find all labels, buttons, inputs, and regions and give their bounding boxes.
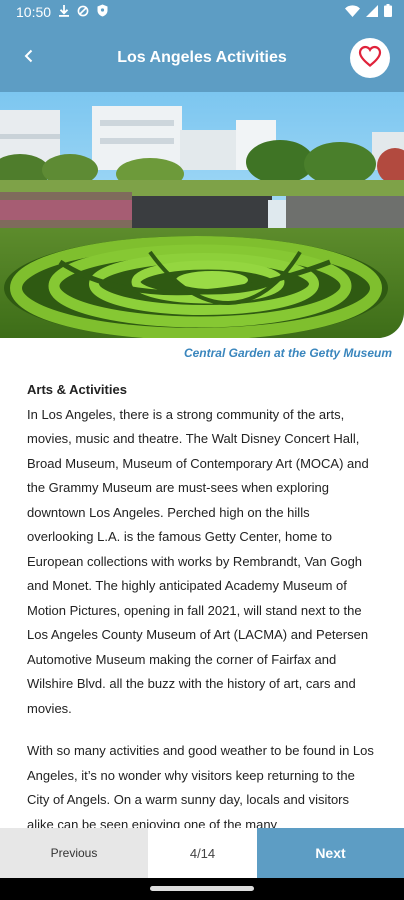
section-heading: Arts & Activities — [27, 382, 127, 397]
next-button[interactable]: Next — [257, 828, 404, 878]
back-button[interactable] — [14, 43, 44, 73]
previous-button[interactable]: Previous — [0, 828, 148, 878]
pager-bar: Previous 4/14 Next — [0, 828, 404, 878]
shield-icon — [97, 4, 108, 20]
hero-image — [0, 92, 404, 338]
app-bar: Los Angeles Activities — [0, 24, 404, 92]
status-time: 10:50 — [16, 4, 52, 20]
download-icon — [59, 4, 70, 20]
status-left: 10:50 — [16, 4, 108, 20]
system-nav-bar — [0, 878, 404, 900]
wifi-icon — [345, 4, 360, 20]
data-saver-icon — [77, 4, 89, 20]
article-paragraph: In Los Angeles, there is a strong commun… — [27, 406, 369, 716]
status-bar: 10:50 — [0, 0, 404, 24]
favorite-button[interactable] — [350, 38, 390, 78]
signal-icon — [366, 4, 378, 20]
battery-icon — [384, 4, 392, 20]
page-indicator: 4/14 — [148, 828, 257, 878]
chevron-left-icon — [24, 49, 34, 68]
page-title: Los Angeles Activities — [117, 49, 287, 66]
status-right — [345, 4, 392, 20]
heart-outline-icon — [358, 45, 382, 72]
article-content: Arts & Activities In Los Angeles, there … — [27, 378, 377, 828]
home-indicator[interactable] — [150, 886, 254, 891]
article-paragraph: With so many activities and good weather… — [27, 743, 374, 828]
image-caption: Central Garden at the Getty Museum — [183, 346, 392, 360]
getty-garden-illustration — [0, 92, 404, 338]
